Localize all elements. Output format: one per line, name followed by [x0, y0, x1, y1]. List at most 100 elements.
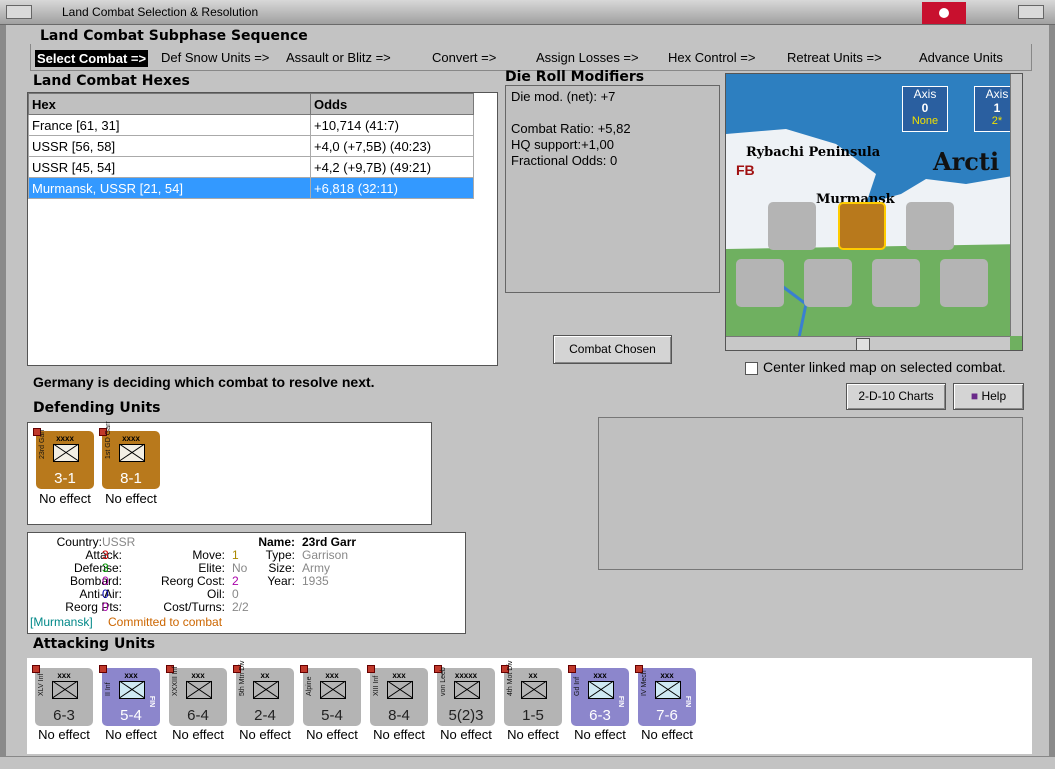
- help-button[interactable]: ■ Help: [953, 383, 1024, 410]
- hexes-title: Land Combat Hexes: [33, 73, 190, 89]
- unit-counter[interactable]: xxx II Inf FIN 5-4: [99, 665, 160, 726]
- map-unit-counter[interactable]: [768, 202, 816, 250]
- unit-counter[interactable]: xxx XLV Inf 6-3: [32, 665, 93, 726]
- seq-step-select-combat: Select Combat =>: [35, 50, 149, 67]
- unit-name: 5th Mtn Div: [239, 660, 246, 696]
- garrison-symbol-icon: [119, 444, 145, 462]
- unit-strength: 7-6: [656, 707, 678, 724]
- unit-name: 4th Mot Div: [507, 660, 514, 696]
- linked-map[interactable]: Axis 0 None Axis 1 2* Rybachi Peninsula …: [725, 73, 1023, 351]
- unit-counter[interactable]: xx 4th Mot Div 1-5: [501, 661, 562, 726]
- table-row[interactable]: France [61, 31] +10,714 (41:7): [28, 114, 474, 136]
- infantry-symbol-icon: [521, 681, 547, 699]
- seq-step-hex-control: Hex Control =>: [668, 50, 756, 65]
- map-horizontal-scrollbar[interactable]: [726, 336, 1010, 350]
- reorgcost-value: 2: [232, 574, 239, 588]
- unit-counter[interactable]: xxxx 1st GD Garr 8-1: [99, 421, 160, 489]
- size-label: Size:: [268, 561, 295, 575]
- scroll-thumb[interactable]: [856, 338, 870, 350]
- help-label: Help: [981, 389, 1007, 403]
- unit-strength: 1-5: [522, 707, 544, 724]
- center-map-checkbox[interactable]: [745, 362, 758, 375]
- elite-label: Elite:: [198, 561, 225, 575]
- system-menu-button[interactable]: [6, 5, 32, 19]
- map-unit-counter[interactable]: [872, 259, 920, 307]
- reorgpts-value: 0: [102, 600, 109, 614]
- unit-name: von Leeb: [440, 667, 447, 696]
- column-header-odds[interactable]: Odds: [310, 93, 474, 115]
- seq-step-def-snow: Def Snow Units =>: [161, 50, 270, 65]
- country-label: Country:: [56, 535, 102, 549]
- unit-counter[interactable]: xx 5th Mtn Div 2-4: [233, 661, 294, 726]
- unit-strength: 6-3: [589, 707, 611, 724]
- move-value: 1: [232, 548, 239, 562]
- modifier-line: Die mod. (net): +7: [511, 89, 616, 104]
- unit-name: XIII Inf: [373, 675, 380, 696]
- unit-strength: 3-1: [54, 470, 76, 487]
- infantry-symbol-icon: [387, 681, 413, 699]
- window-title: Land Combat Selection & Resolution: [62, 5, 259, 19]
- unit-nationality: FIN: [683, 695, 691, 708]
- unit-counter[interactable]: xxx IV Mech FIN 7-6: [635, 665, 696, 726]
- map-label-arctic: Arcti: [933, 147, 1000, 176]
- size-value: Army: [302, 561, 330, 575]
- combat-detail-panel: [598, 417, 1023, 570]
- unit-strength: 8-4: [388, 707, 410, 724]
- reorgcost-label: Reorg Cost:: [160, 574, 225, 588]
- close-button[interactable]: [1018, 5, 1044, 19]
- unit-nationality: FIN: [616, 695, 624, 708]
- hex-cell: Murmansk, USSR [21, 54]: [28, 177, 311, 199]
- map-label-peninsula: Rybachi Peninsula: [746, 145, 881, 160]
- year-value: 1935: [302, 574, 329, 588]
- book-icon: ■: [970, 389, 979, 403]
- modifier-line: [511, 105, 714, 121]
- unit-name: Gd Inf: [574, 676, 581, 696]
- table-row[interactable]: USSR [45, 54] +4,2 (+9,7B) (49:21): [28, 156, 474, 178]
- sequence-bar: Select Combat => Def Snow Units => Assau…: [30, 44, 1032, 71]
- antiair-value: 0: [102, 587, 109, 601]
- charts-button[interactable]: 2-D-10 Charts: [846, 383, 946, 410]
- unit-effect: No effect: [105, 727, 157, 742]
- axis-box: Axis 0 None: [902, 86, 948, 132]
- unit-name: 23rd Garr: [39, 429, 46, 459]
- unit-counter[interactable]: xxx XXXIII Inf 6-4: [166, 665, 227, 726]
- costturns-label: Cost/Turns:: [163, 600, 225, 614]
- unit-strength: 5-4: [321, 707, 343, 724]
- name-value: 23rd Garr: [302, 535, 357, 549]
- unit-counter[interactable]: xxx Alpine 5-4: [300, 665, 361, 726]
- odds-cell: +10,714 (41:7): [310, 114, 474, 136]
- modifier-line: HQ support:+1,00: [511, 137, 614, 152]
- attacking-title: Attacking Units: [33, 636, 156, 652]
- map-unit-counter[interactable]: [906, 202, 954, 250]
- axis-box-value: 0: [921, 101, 929, 115]
- title-bar: Land Combat Selection & Resolution: [0, 0, 1055, 25]
- unit-strength: 5(2)3: [448, 707, 484, 724]
- unit-counter[interactable]: xxx XIII Inf 8-4: [367, 665, 428, 726]
- infantry-symbol-icon: [119, 681, 145, 699]
- column-header-hex[interactable]: Hex: [28, 93, 311, 115]
- odds-cell: +4,2 (+9,7B) (49:21): [310, 156, 474, 178]
- infantry-symbol-icon: [588, 681, 614, 699]
- map-unit-counter[interactable]: [804, 259, 852, 307]
- seq-step-retreat: Retreat Units =>: [787, 50, 882, 65]
- hex-cell: France [61, 31]: [28, 114, 311, 136]
- map-vertical-scrollbar[interactable]: [1010, 74, 1022, 336]
- unit-counter[interactable]: xxxx 23rd Garr 3-1: [33, 428, 94, 489]
- hexes-list[interactable]: Hex Odds France [61, 31] +10,714 (41:7) …: [27, 92, 498, 366]
- seq-step-assault: Assault or Blitz =>: [286, 50, 391, 65]
- unit-effect: No effect: [172, 727, 224, 742]
- unit-counter[interactable]: xxxxx von Leeb 5(2)3: [434, 665, 495, 726]
- table-row[interactable]: USSR [56, 58] +4,0 (+7,5B) (40:23): [28, 135, 474, 157]
- unit-strength: 6-3: [53, 707, 75, 724]
- map-unit-counter[interactable]: [940, 259, 988, 307]
- seq-step-assign-losses: Assign Losses =>: [536, 50, 639, 65]
- country-value: USSR: [102, 535, 136, 549]
- modifiers-title: Die Roll Modifiers: [505, 69, 645, 85]
- name-label: Name:: [258, 535, 295, 549]
- table-row-selected[interactable]: Murmansk, USSR [21, 54] +6,818 (32:11): [28, 177, 474, 199]
- map-unit-counter-selected[interactable]: [838, 202, 886, 250]
- unit-counter[interactable]: xxx Gd Inf FIN 6-3: [568, 665, 629, 726]
- combat-chosen-button[interactable]: Combat Chosen: [553, 335, 672, 364]
- map-unit-counter[interactable]: [736, 259, 784, 307]
- bombard-value: 0: [102, 574, 109, 588]
